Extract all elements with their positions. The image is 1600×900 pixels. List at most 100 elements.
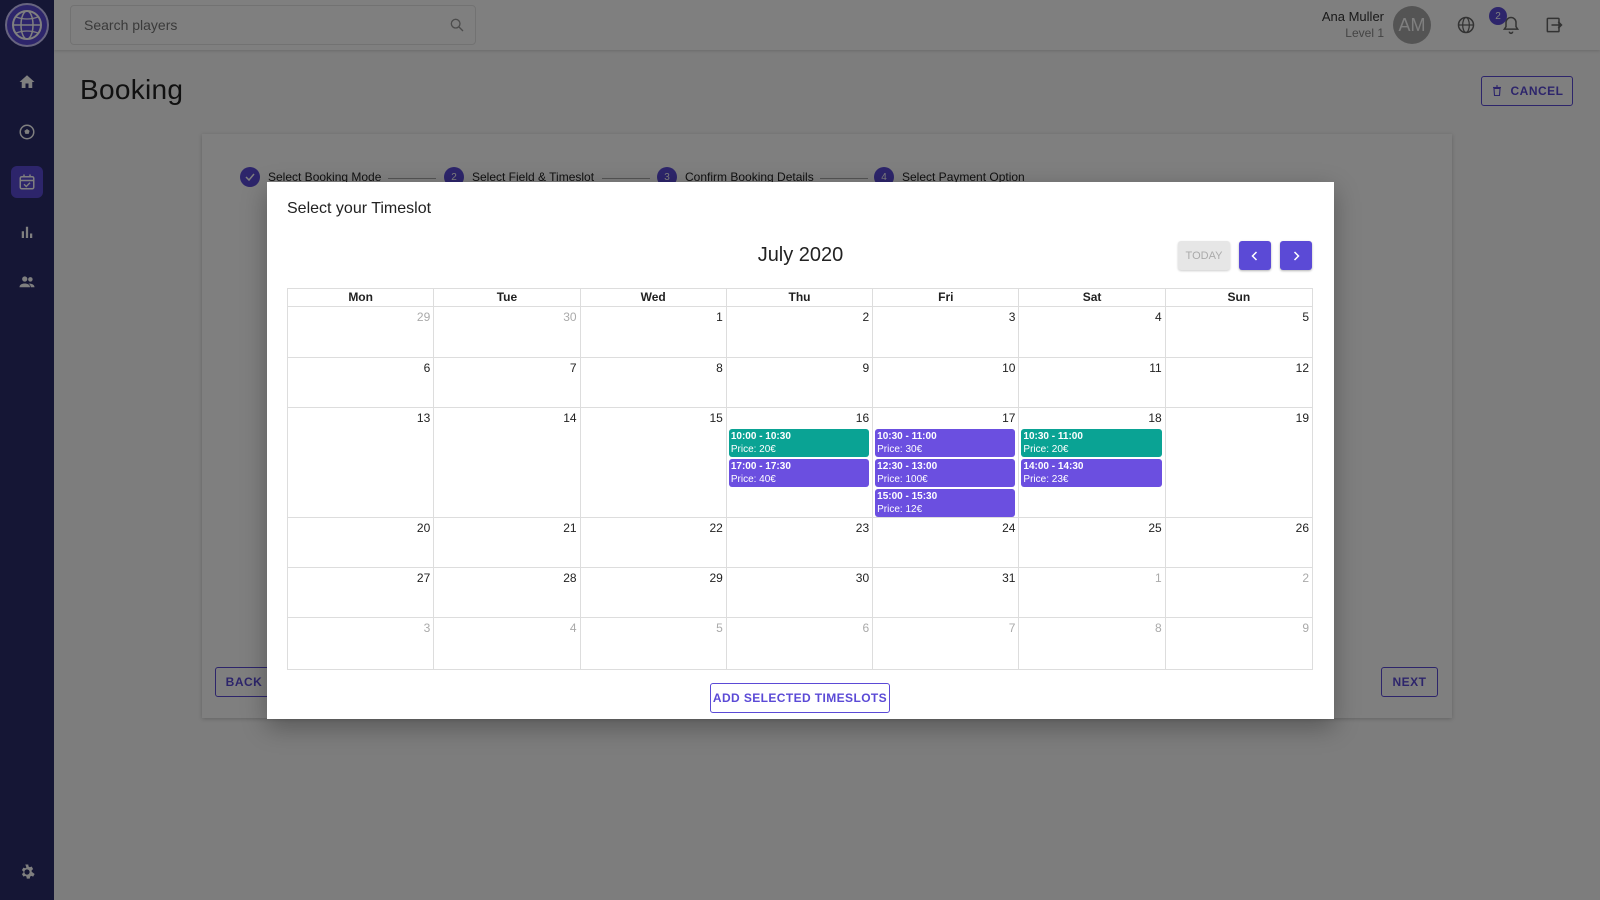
day-number: 5 bbox=[1302, 310, 1309, 324]
calendar-day-cell[interactable]: 13 bbox=[288, 408, 435, 517]
timeslot-event[interactable]: 12:30 - 13:00 Price: 100€ bbox=[875, 459, 1016, 487]
calendar-weekday-header: Mon Tue Wed Thu Fri Sat Sun bbox=[288, 289, 1312, 307]
calendar-day-cell[interactable]: 18 10:30 - 11:00 Price: 20€ 14:00 - 14:30 Pr… bbox=[1019, 408, 1166, 517]
calendar-day-cell[interactable]: 6 bbox=[727, 618, 874, 669]
calendar-day-cell[interactable]: 2 bbox=[727, 307, 874, 357]
calendar-day-cell[interactable]: 27 bbox=[288, 568, 435, 617]
today-button[interactable]: TODAY bbox=[1178, 241, 1230, 270]
day-number: 4 bbox=[1155, 310, 1162, 324]
calendar-day-cell[interactable]: 24 bbox=[873, 518, 1020, 567]
calendar-week-row: 6 7 8 9 10 11 12 bbox=[288, 358, 1312, 408]
day-number: 8 bbox=[716, 361, 723, 375]
calendar-day-cell[interactable]: 9 bbox=[727, 358, 874, 407]
calendar-day-cell[interactable]: 25 bbox=[1019, 518, 1166, 567]
timeslot-time: 10:00 - 10:30 bbox=[730, 431, 791, 442]
calendar-day-cell[interactable]: 2 bbox=[1166, 568, 1312, 617]
chevron-right-icon bbox=[1293, 250, 1300, 261]
calendar-day-cell[interactable]: 11 bbox=[1019, 358, 1166, 407]
day-number: 25 bbox=[1148, 521, 1162, 535]
day-number: 3 bbox=[1008, 310, 1016, 324]
day-number: 7 bbox=[569, 361, 577, 375]
day-number: 29 bbox=[416, 310, 431, 324]
timeslot-event[interactable]: 10:00 - 10:30 Price: 20€ bbox=[728, 429, 870, 457]
calendar-day-cell[interactable]: 3 bbox=[288, 618, 435, 669]
timeslot-price: Price: 30€ bbox=[877, 444, 923, 455]
day-number: 20 bbox=[416, 521, 431, 535]
day-number: 21 bbox=[563, 521, 577, 535]
day-number: 6 bbox=[423, 361, 431, 375]
day-number: 31 bbox=[1002, 571, 1016, 585]
day-number: 8 bbox=[1155, 621, 1162, 635]
calendar-day-cell[interactable]: 7 bbox=[873, 618, 1020, 669]
calendar-day-cell[interactable]: 17 10:30 - 11:00 Price: 30€ 12:30 - 13:00 Pr… bbox=[873, 408, 1020, 517]
add-selected-timeslots-button[interactable]: ADD SELECTED TIMESLOTS bbox=[710, 683, 890, 713]
timeslot-event[interactable]: 17:00 - 17:30 Price: 40€ bbox=[728, 459, 870, 487]
day-number: 30 bbox=[563, 310, 577, 324]
timeslot-event[interactable]: 10:30 - 11:00 Price: 20€ bbox=[1021, 429, 1162, 457]
day-number: 30 bbox=[855, 571, 870, 585]
timeslot-price: Price: 20€ bbox=[730, 444, 776, 455]
day-number: 12 bbox=[1295, 361, 1309, 375]
day-number: 6 bbox=[862, 621, 870, 635]
timeslot-time: 12:30 - 13:00 bbox=[877, 461, 938, 472]
calendar-day-cell[interactable]: 7 bbox=[434, 358, 581, 407]
calendar-day-cell[interactable]: 23 bbox=[727, 518, 874, 567]
day-number: 27 bbox=[416, 571, 431, 585]
day-number: 24 bbox=[1002, 521, 1016, 535]
calendar-day-cell[interactable]: 4 bbox=[1019, 307, 1166, 357]
calendar-day-cell[interactable]: 1 bbox=[581, 307, 727, 357]
weekday-header: Mon bbox=[288, 289, 435, 306]
chevron-left-icon bbox=[1251, 250, 1258, 261]
calendar-day-cell[interactable]: 19 bbox=[1166, 408, 1312, 517]
calendar-day-cell[interactable]: 16 10:00 - 10:30 Price: 20€ 17:00 - 17:30 Pr… bbox=[727, 408, 874, 517]
calendar-day-cell[interactable]: 28 bbox=[434, 568, 581, 617]
calendar-day-cell[interactable]: 15 bbox=[581, 408, 727, 517]
timeslot-time: 10:30 - 11:00 bbox=[1023, 431, 1083, 442]
calendar-day-cell[interactable]: 21 bbox=[434, 518, 581, 567]
calendar-day-cell[interactable]: 5 bbox=[581, 618, 727, 669]
timeslot-event[interactable]: 10:30 - 11:00 Price: 30€ bbox=[875, 429, 1016, 457]
calendar-day-cell[interactable]: 5 bbox=[1166, 307, 1312, 357]
calendar-day-cell[interactable]: 4 bbox=[434, 618, 581, 669]
day-number: 26 bbox=[1295, 521, 1309, 535]
calendar-day-cell[interactable]: 26 bbox=[1166, 518, 1312, 567]
calendar-day-cell[interactable]: 29 bbox=[581, 568, 727, 617]
calendar-day-cell[interactable]: 8 bbox=[581, 358, 727, 407]
calendar-day-cell[interactable]: 20 bbox=[288, 518, 435, 567]
calendar-day-cell[interactable]: 12 bbox=[1166, 358, 1312, 407]
calendar-day-cell[interactable]: 10 bbox=[873, 358, 1020, 407]
calendar-day-cell[interactable]: 1 bbox=[1019, 568, 1166, 617]
timeslot-time: 17:00 - 17:30 bbox=[730, 461, 791, 472]
calendar-day-cell[interactable]: 29 bbox=[288, 307, 435, 357]
day-number: 10 bbox=[1002, 361, 1016, 375]
timeslot-price: Price: 100€ bbox=[877, 474, 928, 485]
calendar-day-cell[interactable]: 22 bbox=[581, 518, 727, 567]
next-month-button[interactable] bbox=[1280, 241, 1312, 270]
calendar-grid: Mon Tue Wed Thu Fri Sat Sun 29 30 1 2 3 4 5 6 7 8 9 10 11 1… bbox=[287, 288, 1313, 670]
weekday-header: Wed bbox=[581, 289, 727, 306]
timeslot-time: 10:30 - 11:00 bbox=[877, 431, 937, 442]
modal-title: Select your Timeslot bbox=[287, 200, 432, 217]
timeslot-event[interactable]: 14:00 - 14:30 Price: 23€ bbox=[1021, 459, 1162, 487]
timeslot-price: Price: 40€ bbox=[730, 474, 776, 485]
day-number: 9 bbox=[862, 361, 870, 375]
calendar-day-cell[interactable]: 30 bbox=[727, 568, 874, 617]
day-number: 2 bbox=[862, 310, 870, 324]
day-number: 7 bbox=[1008, 621, 1016, 635]
day-number: 13 bbox=[416, 411, 431, 425]
prev-month-button[interactable] bbox=[1239, 241, 1271, 270]
weekday-header: Tue bbox=[434, 289, 581, 306]
calendar-day-cell[interactable]: 9 bbox=[1166, 618, 1312, 669]
day-number: 4 bbox=[569, 621, 577, 635]
calendar-day-cell[interactable]: 31 bbox=[873, 568, 1020, 617]
calendar-day-cell[interactable]: 30 bbox=[434, 307, 581, 357]
calendar-day-cell[interactable]: 8 bbox=[1019, 618, 1166, 669]
calendar-week-row: 3 4 5 6 7 8 9 bbox=[288, 618, 1312, 669]
calendar-day-cell[interactable]: 3 bbox=[873, 307, 1020, 357]
calendar-day-cell[interactable]: 14 bbox=[434, 408, 581, 517]
day-number: 11 bbox=[1149, 361, 1162, 375]
calendar-day-cell[interactable]: 6 bbox=[288, 358, 435, 407]
calendar-week-row: 13 14 15 16 10:00 - 10:30 Price: 20€ 17:00 - 1… bbox=[288, 408, 1312, 518]
weekday-header: Sun bbox=[1227, 290, 1251, 304]
timeslot-event[interactable]: 15:00 - 15:30 Price: 12€ bbox=[875, 489, 1016, 517]
